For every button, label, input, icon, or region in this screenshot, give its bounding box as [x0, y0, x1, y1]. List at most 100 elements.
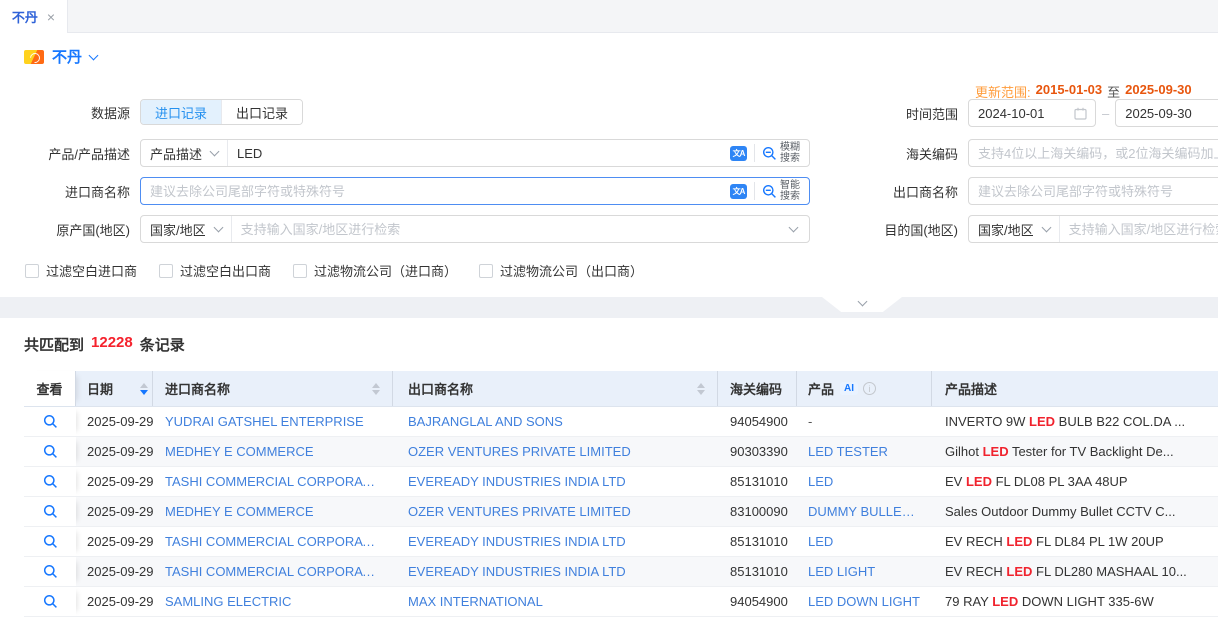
exporter-link[interactable]: EVEREADY INDUSTRIES INDIA LTD — [408, 474, 626, 489]
exporter-link[interactable]: EVEREADY INDUSTRIES INDIA LTD — [408, 564, 626, 579]
cell-product-desc: INVERTO 9W LED BULB B22 COL.DA ... — [932, 407, 1218, 436]
results-count: 12228 — [91, 334, 133, 355]
importer-link[interactable]: MEDHEY E COMMERCE — [165, 504, 314, 519]
sort-icons[interactable] — [689, 383, 705, 395]
exporter-name-input[interactable] — [969, 178, 1218, 204]
view-magnifier-icon[interactable] — [43, 444, 58, 459]
row-product: 产品/产品描述 产品描述 文A 模糊搜索 — [0, 139, 810, 167]
results-table: 查看 日期 进口商名称 出口商名称 海关编码 产品 AI i 产品描述 2025… — [24, 371, 1218, 617]
cell-hs-code: 94054900 — [718, 587, 797, 616]
table-row: 2025-09-29 YUDRAI GATSHEL ENTERPRISE BAJ… — [24, 407, 1218, 437]
exporter-link[interactable]: OZER VENTURES PRIVATE LIMITED — [408, 504, 631, 519]
importer-link[interactable]: YUDRAI GATSHEL ENTERPRISE — [165, 414, 364, 429]
led-highlight: LED — [992, 594, 1018, 609]
destination-label: 目的国(地区) — [872, 220, 968, 239]
importer-link[interactable]: MEDHEY E COMMERCE — [165, 444, 314, 459]
date-end-box — [1115, 99, 1218, 127]
cell-hs-code: 90303390 — [718, 437, 797, 466]
product-label: 产品/产品描述 — [0, 144, 140, 163]
cell-product-desc: EV RECH LED FL DL84 PL 1W 20UP — [932, 527, 1218, 556]
cell-product-desc: Sales Outdoor Dummy Bullet CCTV C... — [932, 497, 1218, 526]
product-link[interactable]: LED TESTER — [808, 444, 888, 459]
cell-date: 2025-09-29 — [76, 407, 153, 436]
tab-bhutan[interactable]: 不丹 × — [0, 0, 68, 33]
cell-date: 2025-09-29 — [76, 497, 153, 526]
product-link[interactable]: LED DOWN LIGHT — [808, 594, 920, 609]
info-icon[interactable]: i — [863, 382, 876, 395]
tab-close-icon[interactable]: × — [47, 9, 55, 25]
checkbox-icon — [25, 264, 39, 278]
view-magnifier-icon[interactable] — [43, 414, 58, 429]
product-link[interactable]: LED — [808, 474, 833, 489]
header-product: 产品 AI i — [797, 371, 932, 406]
product-link[interactable]: LED LIGHT — [808, 564, 875, 579]
checkbox-filter-blank-exporter[interactable]: 过滤空白出口商 — [159, 261, 271, 280]
form-results-divider — [0, 297, 1218, 318]
origin-input-group: 国家/地区 — [140, 215, 810, 243]
sort-icons[interactable] — [132, 383, 148, 395]
checkbox-icon — [293, 264, 307, 278]
table-row: 2025-09-29 MEDHEY E COMMERCE OZER VENTUR… — [24, 497, 1218, 527]
hs-code-input-group — [968, 139, 1218, 167]
destination-type-select[interactable]: 国家/地区 — [969, 216, 1060, 242]
bhutan-flag-icon — [24, 50, 44, 64]
product-input-group: 产品描述 文A 模糊搜索 — [140, 139, 810, 167]
smart-search-button[interactable]: 智能搜索 — [755, 178, 809, 204]
hs-code-input[interactable] — [969, 140, 1218, 166]
header-importer[interactable]: 进口商名称 — [153, 371, 393, 406]
country-selector[interactable]: 不丹 — [24, 46, 97, 67]
importer-link[interactable]: TASHI COMMERCIAL CORPORATION — [165, 564, 381, 579]
view-magnifier-icon[interactable] — [43, 594, 58, 609]
view-magnifier-icon[interactable] — [43, 504, 58, 519]
product-type-select[interactable]: 产品描述 — [141, 140, 228, 166]
importer-link[interactable]: SAMLING ELECTRIC — [165, 594, 291, 609]
importer-link[interactable]: TASHI COMMERCIAL CORPORATION — [165, 534, 381, 549]
exporter-link[interactable]: OZER VENTURES PRIVATE LIMITED — [408, 444, 631, 459]
tab-bar: 不丹 × — [0, 0, 1218, 33]
view-magnifier-icon[interactable] — [43, 474, 58, 489]
checkbox-filter-logistics-exporter[interactable]: 过滤物流公司（出口商） — [479, 261, 643, 280]
date-start-input[interactable] — [969, 100, 1074, 126]
cell-date: 2025-09-29 — [76, 557, 153, 586]
product-link[interactable]: DUMMY BULLET CCTV... — [808, 504, 920, 519]
checkbox-filter-blank-importer[interactable]: 过滤空白进口商 — [25, 261, 137, 280]
header-date[interactable]: 日期 — [76, 371, 153, 406]
table-row: 2025-09-29 TASHI COMMERCIAL CORPORATION … — [24, 467, 1218, 497]
fuzzy-search-button[interactable]: 模糊搜索 — [755, 140, 809, 166]
cell-hs-code: 83100090 — [718, 497, 797, 526]
translate-icon[interactable]: 文A — [730, 146, 747, 161]
checkbox-icon — [159, 264, 173, 278]
sort-icons[interactable] — [364, 383, 380, 395]
origin-type-select[interactable]: 国家/地区 — [141, 216, 232, 242]
cell-product-desc: EV LED FL DL08 PL 3AA 48UP — [932, 467, 1218, 496]
view-magnifier-icon[interactable] — [43, 534, 58, 549]
product-link[interactable]: LED — [808, 534, 833, 549]
data-source-toggle: 进口记录 出口记录 — [140, 99, 303, 125]
table-row: 2025-09-29 TASHI COMMERCIAL CORPORATION … — [24, 557, 1218, 587]
product-search-input[interactable] — [228, 140, 730, 166]
chevron-down-icon — [210, 147, 220, 157]
led-highlight: LED — [966, 474, 992, 489]
chevron-down-icon — [89, 50, 99, 60]
translate-icon[interactable]: 文A — [730, 184, 747, 199]
header-exporter[interactable]: 出口商名称 — [393, 371, 718, 406]
date-end-input[interactable] — [1116, 100, 1218, 126]
toggle-import-records[interactable]: 进口记录 — [141, 100, 221, 124]
product-link[interactable]: - — [808, 414, 812, 429]
checkbox-filter-logistics-importer[interactable]: 过滤物流公司（进口商） — [293, 261, 457, 280]
cell-hs-code: 85131010 — [718, 557, 797, 586]
origin-country-input[interactable] — [232, 216, 790, 242]
view-magnifier-icon[interactable] — [43, 564, 58, 579]
importer-link[interactable]: TASHI COMMERCIAL CORPORATION — [165, 474, 381, 489]
row-time-range: 时间范围 – — [872, 99, 1218, 127]
importer-name-input[interactable] — [141, 178, 730, 204]
collapse-panel-button[interactable] — [822, 297, 902, 312]
results-summary: 共匹配到 12228 条记录 — [24, 334, 185, 355]
exporter-link[interactable]: EVEREADY INDUSTRIES INDIA LTD — [408, 534, 626, 549]
exporter-link[interactable]: MAX INTERNATIONAL — [408, 594, 543, 609]
led-highlight: LED — [1006, 534, 1032, 549]
destination-country-input[interactable] — [1060, 216, 1218, 242]
row-hs-code: 海关编码 — [872, 139, 1218, 167]
exporter-link[interactable]: BAJRANGLAL AND SONS — [408, 414, 563, 429]
toggle-export-records[interactable]: 出口记录 — [221, 100, 302, 124]
